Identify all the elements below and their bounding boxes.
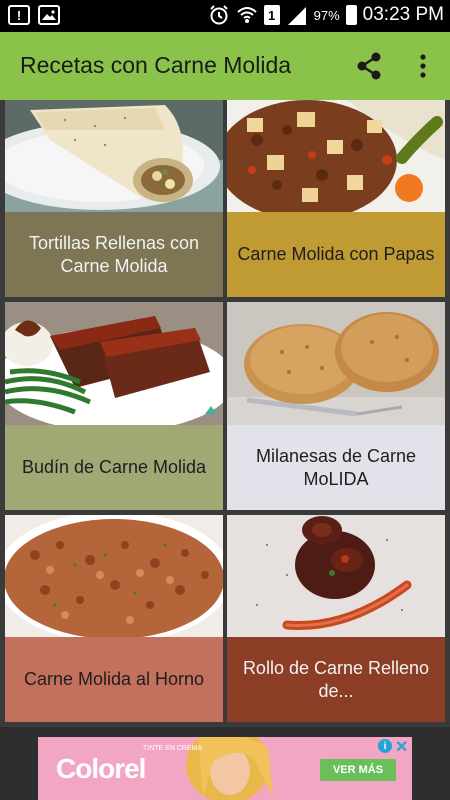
wifi-icon bbox=[236, 7, 257, 23]
notification-alert-icon: ! bbox=[8, 5, 30, 25]
more-vert-icon[interactable] bbox=[413, 52, 433, 80]
recipe-caption-2: Carne Molida con Papas bbox=[227, 212, 445, 297]
recipe-card-1[interactable]: Tortillas Rellenas con Carne Molida bbox=[5, 100, 223, 297]
recipe-title: Milanesas de Carne MoLIDA bbox=[255, 445, 417, 489]
clock: 03:23 PM bbox=[362, 4, 444, 25]
recipe-grid: Tortillas Rellenas con Carne Molida Carn… bbox=[0, 100, 450, 727]
recipe-card-6[interactable]: Rollo de Carne Relleno de... bbox=[227, 515, 445, 722]
recipe-caption-5: Carne Molida al Horno bbox=[5, 637, 223, 722]
recipe-caption-3: Budín de Carne Molida bbox=[5, 425, 223, 510]
recipe-caption-6: Rollo de Carne Relleno de... bbox=[227, 637, 445, 722]
recipe-image-tortilla-wrap bbox=[5, 100, 223, 212]
recipe-card-3[interactable]: Budín de Carne Molida bbox=[5, 302, 223, 510]
sim-card-icon: 1 bbox=[263, 5, 280, 25]
ad-close-icon[interactable]: ✕ bbox=[395, 737, 408, 757]
recipe-card-2[interactable]: Carne Molida con Papas bbox=[227, 100, 445, 297]
ad-brand: Colorel bbox=[56, 753, 146, 784]
share-icon[interactable] bbox=[354, 51, 384, 81]
recipe-title: Carne Molida al Horno bbox=[23, 669, 205, 689]
ad-info-icon[interactable]: i bbox=[378, 739, 392, 753]
recipe-title: Rollo de Carne Relleno de... bbox=[242, 657, 430, 701]
recipe-title: Budín de Carne Molida bbox=[21, 457, 207, 477]
app-title: Recetas con Carne Molida bbox=[20, 52, 292, 78]
ad-cta-button[interactable]: VER MÁS bbox=[320, 759, 396, 781]
recipe-image-meatloaf bbox=[5, 302, 223, 425]
signal-strength-icon bbox=[287, 7, 306, 25]
recipe-image-baked-ground-meat bbox=[5, 515, 223, 637]
recipe-image-milanesas bbox=[227, 302, 445, 425]
recipe-image-meat-roll bbox=[227, 515, 445, 637]
battery-icon bbox=[345, 5, 357, 25]
ad-tagline: TINTE EN CREMA bbox=[143, 745, 203, 752]
alarm-icon bbox=[209, 5, 228, 25]
battery-percent: 97% bbox=[313, 7, 340, 23]
status-bar: ! 1 97% 03:23 PM bbox=[0, 0, 450, 32]
ad-creative[interactable]: TINTE EN CREMA Colorel VER MÁS i ✕ bbox=[38, 737, 412, 800]
recipe-title: Tortillas Rellenas con Carne Molida bbox=[28, 232, 200, 276]
recipe-caption-1: Tortillas Rellenas con Carne Molida bbox=[5, 212, 223, 297]
recipe-card-4[interactable]: Milanesas de Carne MoLIDA bbox=[227, 302, 445, 510]
recipe-image-meat-potatoes bbox=[227, 100, 445, 212]
recipe-title: Carne Molida con Papas bbox=[237, 244, 435, 264]
app-bar: Recetas con Carne Molida bbox=[0, 32, 450, 100]
recipe-card-5[interactable]: Carne Molida al Horno bbox=[5, 515, 223, 722]
gallery-icon bbox=[38, 5, 60, 25]
ad-banner[interactable]: TINTE EN CREMA Colorel VER MÁS i ✕ bbox=[0, 727, 450, 800]
recipe-caption-4: Milanesas de Carne MoLIDA bbox=[227, 425, 445, 510]
